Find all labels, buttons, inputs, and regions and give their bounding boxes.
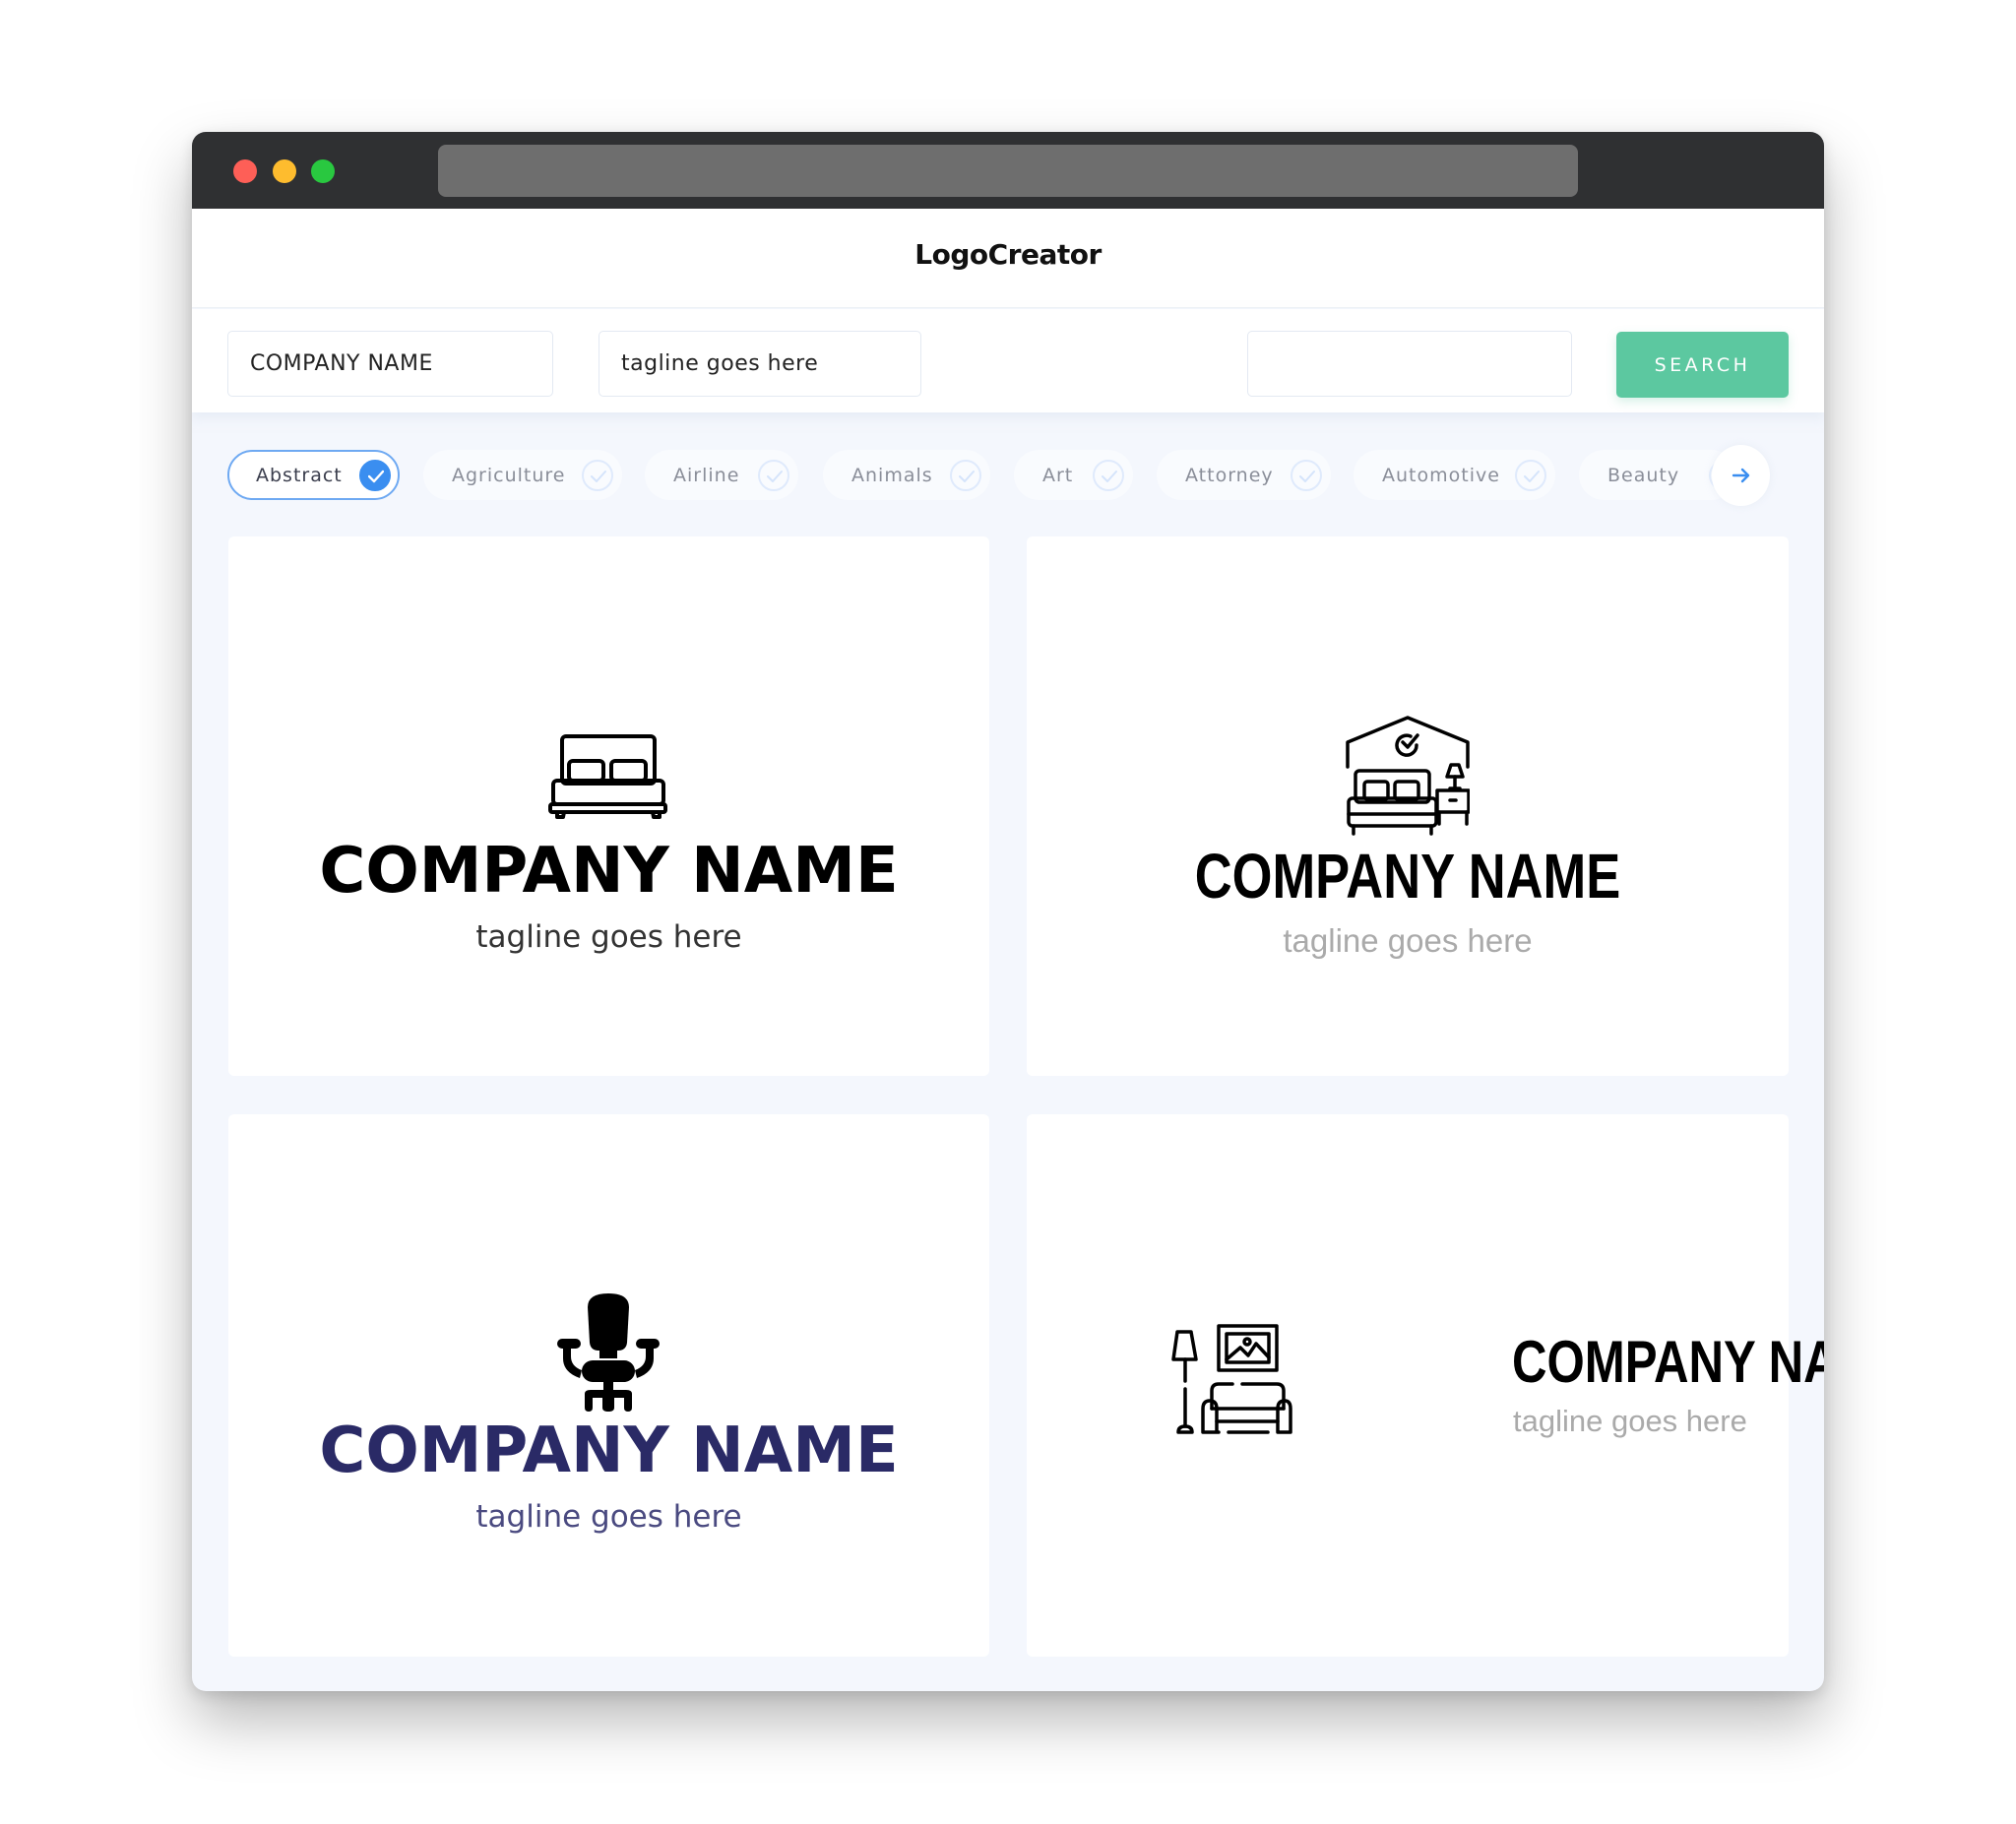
close-window-button[interactable] [233,159,257,183]
category-chip-label: Agriculture [452,464,566,486]
tagline-text: tagline goes here [475,919,742,955]
tagline-text: tagline goes here [475,1499,742,1535]
category-chip-animals[interactable]: Animals [823,450,990,500]
tagline-text: tagline goes here [1283,922,1533,959]
search-bar: COMPANY NAME tagline goes here SEARCH [192,309,1824,412]
tagline-text: tagline goes here [1513,1404,1747,1438]
category-chip-label: Animals [851,464,933,486]
category-chip-abstract[interactable]: Abstract [227,450,400,500]
logo-card[interactable]: COMPANY NAME tagline goes here [228,1114,989,1657]
check-icon [359,460,391,491]
tagline-input[interactable]: tagline goes here [598,331,921,397]
office-chair-icon [557,1293,660,1412]
logo-card[interactable]: COMPANY NAME tagline goes here [1027,536,1789,1076]
app-header: LogoCreator [192,209,1824,308]
check-icon [950,460,981,491]
search-button[interactable]: SEARCH [1616,332,1789,398]
category-chip-label: Automotive [1382,464,1500,486]
browser-window: LogoCreator COMPANY NAME tagline goes he… [192,132,1824,1691]
company-name-input[interactable]: COMPANY NAME [227,331,553,397]
company-name-text: COMPANY NAME [1194,841,1621,912]
category-chip-label: Attorney [1185,464,1274,486]
check-icon [582,460,613,491]
category-chip-airline[interactable]: Airline [645,450,798,500]
title-bar [192,132,1824,209]
category-chip-label: Beauty [1607,464,1680,486]
logo-card[interactable]: COMPANY NAME tagline goes here [228,536,989,1076]
living-room-icon [1171,1324,1292,1434]
category-chip-agriculture[interactable]: Agriculture [423,450,622,500]
category-chip-label: Abstract [256,464,343,486]
next-categories-button[interactable] [1712,445,1770,506]
bed-icon [548,734,667,819]
company-name-text: COMPANY NAME [1512,1329,1824,1395]
category-filter-row: Abstract Agriculture Airline Animals Art… [192,445,1824,506]
minimize-window-button[interactable] [273,159,296,183]
address-bar[interactable] [438,145,1578,197]
company-name-text: COMPANY NAME [319,1415,899,1487]
check-icon [758,460,789,491]
check-icon [1291,460,1322,491]
category-chip-label: Airline [673,464,740,486]
category-chip-attorney[interactable]: Attorney [1157,450,1331,500]
maximize-window-button[interactable] [311,159,335,183]
company-name-text: COMPANY NAME [319,835,899,908]
category-chip-art[interactable]: Art [1014,450,1133,500]
brand-logo[interactable]: LogoCreator [192,238,1824,271]
arrow-right-icon [1732,468,1749,483]
keyword-input[interactable] [1247,331,1572,397]
category-chip-automotive[interactable]: Automotive [1354,450,1555,500]
logo-card[interactable]: COMPANY NAME tagline goes here [1027,1114,1824,1657]
check-icon [1515,460,1546,491]
bedroom-house-icon [1346,716,1470,836]
category-chip-label: Art [1042,464,1074,486]
check-icon [1093,460,1124,491]
